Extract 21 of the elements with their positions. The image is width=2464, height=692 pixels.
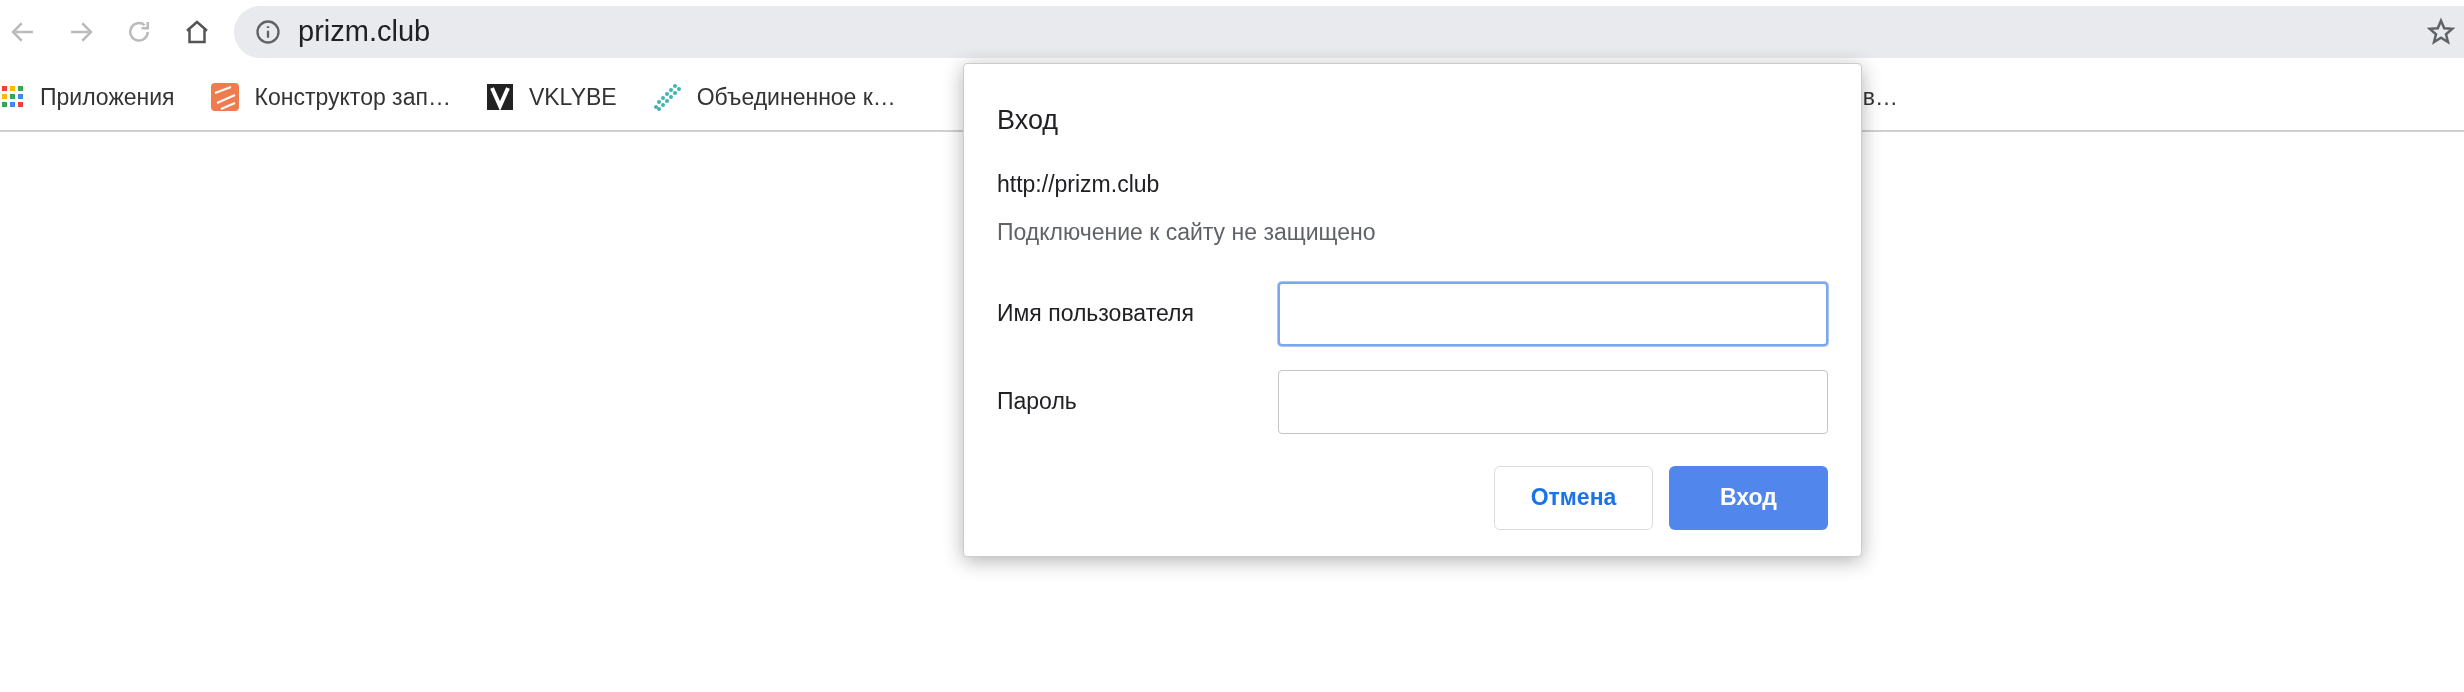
site-url: http://prizm.club (997, 169, 1161, 199)
field-label: Пароль (997, 387, 1078, 417)
address-bar[interactable]: prizm.club (234, 6, 2464, 58)
connection-warning: Подключение к сайту не защищено (997, 218, 1377, 247)
bookmark-item[interactable]: в… (1862, 79, 1898, 115)
field-label: Имя пользователя (997, 299, 1195, 329)
input-field[interactable] (1278, 369, 1828, 434)
address-text: prizm.club (298, 14, 431, 50)
apps-grid-icon (2, 86, 24, 108)
cancel-button[interactable]: Отмена (1494, 465, 1653, 530)
square-logo-icon (210, 83, 239, 111)
v-logo-icon (486, 84, 513, 110)
dialog-title: Вход (997, 104, 1060, 137)
dots-logo-icon (652, 83, 681, 111)
info-icon[interactable] (254, 18, 282, 46)
bookmark-item[interactable]: Объединенное к… (650, 79, 930, 115)
input-field[interactable] (1278, 281, 1828, 346)
bookmark-item[interactable]: Приложения (0, 79, 209, 115)
star-icon[interactable] (2426, 17, 2456, 47)
bookmark-item[interactable]: Конструктор зап… (208, 79, 485, 115)
bookmark-item[interactable]: VKLYBE (484, 79, 651, 115)
